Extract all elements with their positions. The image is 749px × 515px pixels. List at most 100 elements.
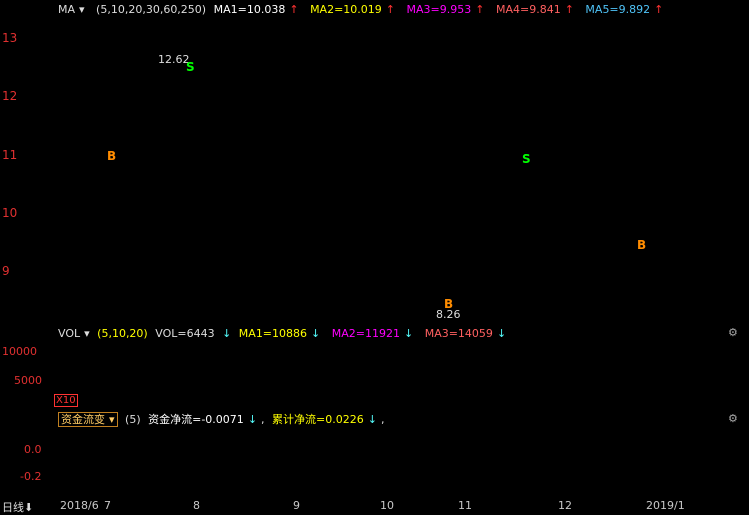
fund-bar <box>434 450 438 452</box>
ma-line <box>241 95 740 236</box>
fund-bar <box>135 449 139 450</box>
x-label-2019-1: 2019/1 <box>646 499 685 512</box>
candle-body <box>329 178 334 191</box>
volume-bar <box>388 393 393 411</box>
candle-body <box>80 101 85 120</box>
fund-bar <box>529 450 533 452</box>
fund-bar <box>651 450 655 453</box>
fund-bar <box>99 447 103 450</box>
candle-body <box>311 176 316 183</box>
candle-body <box>402 211 407 220</box>
candle-body <box>592 155 597 167</box>
vol-params: (5,10,20) <box>97 327 148 340</box>
candle-body <box>451 232 456 243</box>
candle-body <box>447 216 452 234</box>
fund-bar <box>579 436 583 450</box>
candle-body <box>650 210 655 227</box>
candle-body <box>134 107 139 110</box>
volume-bar <box>356 394 361 411</box>
fund-bar <box>198 449 202 450</box>
fund-bar <box>665 447 669 450</box>
volume-bar <box>207 397 212 411</box>
volume-bar <box>451 395 456 411</box>
volume-bar <box>420 393 425 411</box>
candle-body <box>709 219 714 232</box>
fund-bar <box>683 450 687 453</box>
y-tick-10: 10 <box>2 206 18 220</box>
candle-body <box>207 67 212 82</box>
candle-body <box>279 154 284 172</box>
volume-bar <box>279 398 284 411</box>
fund-bar <box>366 450 370 453</box>
fund-bar <box>687 450 691 452</box>
volume-bar <box>438 393 443 411</box>
volume-bar <box>230 397 235 411</box>
volume-bar <box>139 397 144 411</box>
candle-body <box>148 91 153 104</box>
vol-settings-gear-icon[interactable]: ⚙ <box>728 326 738 339</box>
x-label-8: 8 <box>193 499 200 512</box>
candle-body <box>243 128 248 137</box>
fund-bar <box>692 449 696 450</box>
volume-bar <box>198 395 203 411</box>
candle-body <box>248 135 253 156</box>
fund-bar <box>624 450 628 470</box>
fund-bar <box>221 448 225 450</box>
volume-bar <box>320 393 325 411</box>
fund-bar <box>502 449 506 450</box>
fund-bar <box>723 449 727 450</box>
volume-bar <box>121 395 126 411</box>
fund-bar <box>180 450 184 452</box>
x-label-7: 7 <box>104 499 111 512</box>
fund-bar <box>479 448 483 450</box>
candle-body <box>211 67 216 79</box>
fund-settings-gear-icon[interactable]: ⚙ <box>728 412 738 425</box>
candle-body <box>478 262 483 281</box>
candle-body <box>225 96 230 99</box>
period-selector[interactable]: 日线⬇ <box>2 499 33 515</box>
ma-line <box>59 72 740 300</box>
fund-bar <box>130 447 134 450</box>
candle-body <box>374 190 379 204</box>
candle-body <box>67 108 72 118</box>
volume-bar <box>587 359 592 411</box>
kline-chart[interactable] <box>0 0 749 515</box>
ma-indicator-selector[interactable]: MA ▾ <box>58 3 89 16</box>
candle-body <box>442 216 447 227</box>
fund-bar <box>284 448 288 450</box>
fund-bar <box>393 450 397 452</box>
candle-body <box>460 228 465 231</box>
fund-bar <box>601 450 605 464</box>
fund-indicator-selector[interactable]: 资金流变 ▾ <box>58 412 118 427</box>
volume-bar <box>664 398 669 411</box>
candle-body <box>266 152 271 171</box>
candle-body <box>397 195 402 213</box>
y-tick-9: 9 <box>2 264 10 278</box>
fund-bar <box>425 450 429 452</box>
candle-body <box>275 154 280 165</box>
fund-bar <box>321 447 325 450</box>
candle-body <box>198 65 203 85</box>
vol-arrow-icon: ↓ <box>222 327 232 340</box>
volume-bar <box>718 398 723 411</box>
vol-indicator-selector[interactable]: VOL ▾ <box>58 327 90 340</box>
fund-bar <box>176 450 180 453</box>
volume-bar <box>646 397 651 411</box>
volume-bar <box>166 393 171 411</box>
volume-bar <box>406 394 411 411</box>
volume-bar <box>483 397 488 411</box>
candle-body <box>406 204 411 220</box>
volume-bar <box>80 394 85 411</box>
volume-bar <box>460 397 465 411</box>
sell-signal-mark: S <box>186 60 195 74</box>
candle-body <box>284 170 289 183</box>
candle-body <box>415 204 420 223</box>
fund-bar <box>710 450 714 452</box>
volume-bar <box>465 398 470 411</box>
vol-ma-line <box>59 370 735 402</box>
x-label-12: 12 <box>558 499 572 512</box>
fund-bar <box>144 450 148 453</box>
fund-bar <box>719 450 723 452</box>
x-label-10: 10 <box>380 499 394 512</box>
fund-indicator-header: 资金流变 ▾ (5) 资金净流=-0.0071 ↓, 累计净流=0.0226 ↓, <box>58 412 388 428</box>
